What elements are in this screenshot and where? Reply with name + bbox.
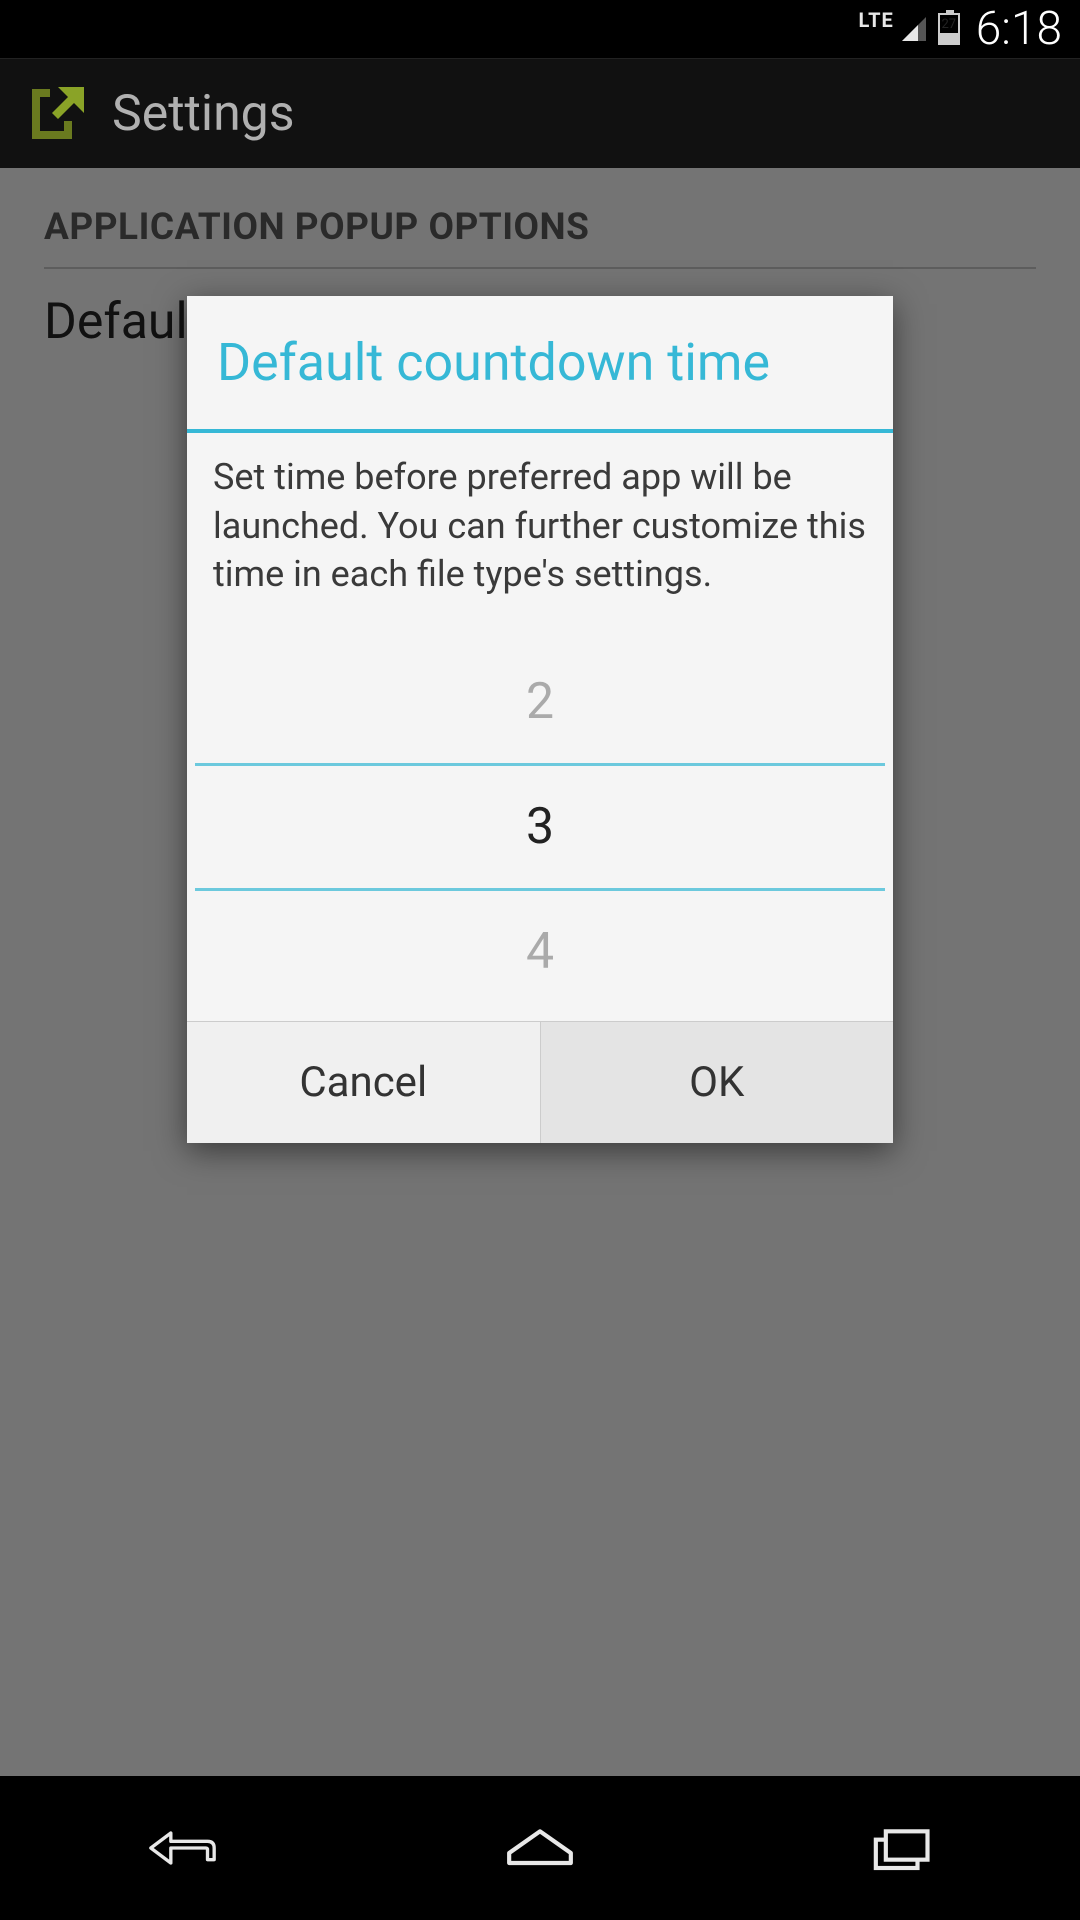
dialog-title: Default countdown time — [187, 296, 893, 429]
status-time: 6:18 — [976, 2, 1062, 56]
page-title: Settings — [112, 85, 295, 143]
battery-icon: 27 — [938, 13, 960, 45]
nav-bar — [0, 1776, 1080, 1920]
countdown-dialog: Default countdown time Set time before p… — [187, 296, 893, 1143]
action-bar: Settings — [0, 58, 1080, 168]
battery-level: 27 — [940, 17, 958, 32]
back-button[interactable] — [125, 1818, 235, 1878]
signal-icon — [900, 15, 928, 43]
modal-overlay[interactable]: Default countdown time Set time before p… — [0, 168, 1080, 1776]
dialog-button-bar: Cancel OK — [187, 1021, 893, 1143]
ok-button[interactable]: OK — [540, 1022, 894, 1143]
picker-prev-value[interactable]: 2 — [195, 641, 885, 763]
picker-next-value[interactable]: 4 — [195, 891, 885, 1013]
battery-fill — [940, 33, 958, 43]
network-lte-icon: LTE — [859, 8, 894, 32]
recent-apps-button[interactable] — [845, 1818, 955, 1878]
picker-selected-value[interactable]: 3 — [195, 763, 885, 891]
dialog-message: Set time before preferred app will be la… — [187, 433, 893, 625]
app-share-icon — [24, 81, 90, 147]
home-button[interactable] — [485, 1818, 595, 1878]
status-bar: LTE 27 6:18 — [0, 0, 1080, 58]
cancel-button[interactable]: Cancel — [187, 1022, 540, 1143]
number-picker[interactable]: 2 3 4 — [187, 625, 893, 1021]
